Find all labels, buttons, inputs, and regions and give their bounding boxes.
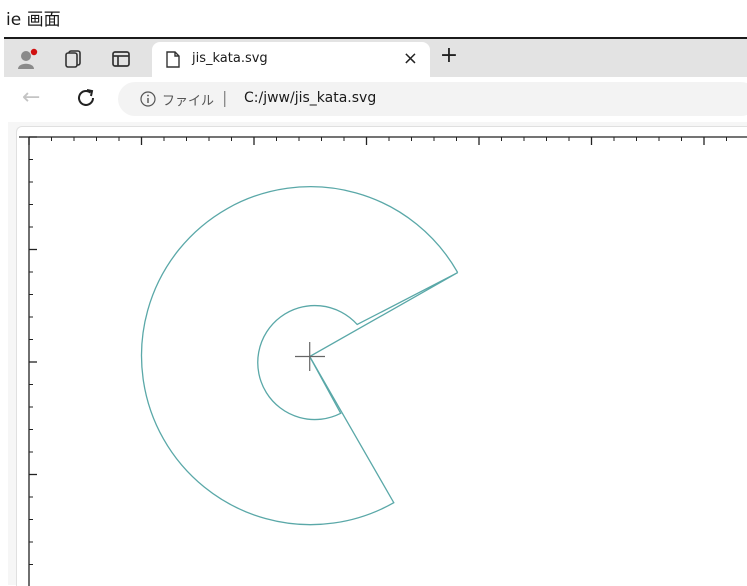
tab-title: jis_kata.svg xyxy=(192,51,268,66)
file-icon xyxy=(166,51,180,68)
page-viewport xyxy=(8,122,747,586)
new-tab-button[interactable]: + xyxy=(434,43,464,68)
address-separator: | xyxy=(222,88,228,107)
url-text: C:/jww/jis_kata.svg xyxy=(244,90,377,106)
scheme-label: ファイル xyxy=(162,94,215,109)
sector-outline xyxy=(257,272,459,421)
back-icon[interactable]: ← xyxy=(22,85,40,110)
svg-drawing xyxy=(19,136,747,586)
svg-document xyxy=(16,126,747,586)
page-caption: ie 画面 xyxy=(6,10,61,30)
tab-jis-kata[interactable]: jis_kata.svg × xyxy=(152,42,430,77)
url-field[interactable]: ファイル | C:/jww/jis_kata.svg xyxy=(118,82,747,116)
reload-icon[interactable] xyxy=(74,86,98,110)
address-bar: ← ファイル | C:/jww/jis_kata.svg xyxy=(4,77,747,122)
tab-actions-icon[interactable] xyxy=(110,48,132,70)
profile-icon[interactable] xyxy=(16,48,38,70)
outer-arc xyxy=(140,186,459,526)
tab-bar: jis_kata.svg × + xyxy=(4,39,747,77)
info-icon[interactable] xyxy=(140,91,156,107)
collections-icon[interactable] xyxy=(62,48,84,70)
close-icon[interactable]: × xyxy=(403,48,418,69)
